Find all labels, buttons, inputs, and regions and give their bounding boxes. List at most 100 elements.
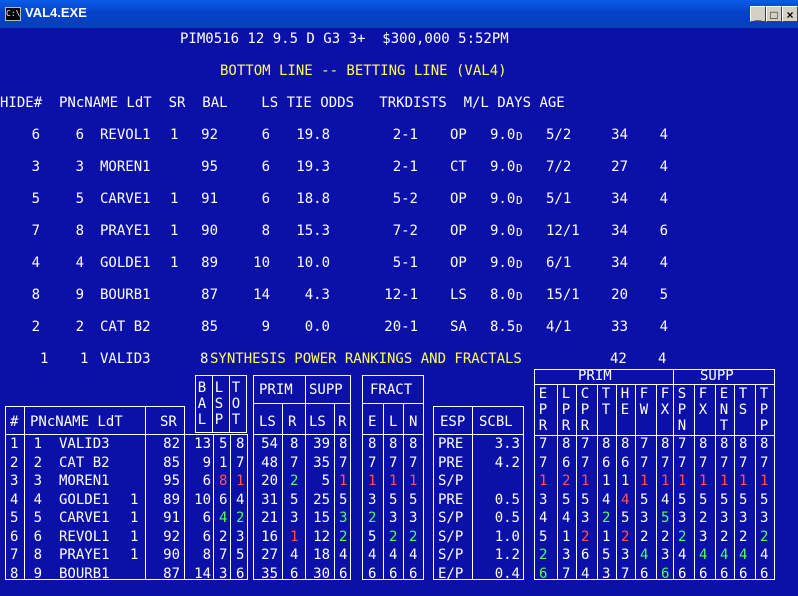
synth-num-cell: 4 — [10, 491, 19, 508]
right-col-cell: 8 — [720, 436, 729, 452]
synth-tot-cell: 4 — [236, 491, 245, 508]
race-info-line: PIM0516 12 9.5 D G3 3+ $300,000 5:52PM — [180, 31, 509, 47]
synth-sr-cell: 85 — [163, 454, 180, 471]
right-col-header: TPP — [759, 386, 773, 434]
synth-supp-r-cell: 4 — [339, 547, 348, 563]
bet-row-days: 33 — [611, 319, 628, 335]
synth-prim-ls-cell: 16 — [261, 528, 278, 545]
bet-row-name: BOURB1 — [100, 287, 151, 303]
right-col-cell: 3 — [562, 547, 571, 563]
synth-n-cell: 5 — [409, 491, 418, 508]
right-col-cell: 4 — [678, 547, 687, 563]
synth-prim-r-cell: 3 — [290, 510, 299, 526]
bet-row-ls: 4.3 — [304, 287, 330, 303]
synth-tot-cell: 7 — [236, 454, 245, 471]
synth-name-cell: REVOL1 — [59, 528, 110, 545]
minimize-button[interactable]: _ — [750, 6, 766, 22]
right-col-header: TS — [738, 386, 752, 418]
synth-supp-ls-cell: 30 — [313, 565, 330, 582]
bet-row-days: 27 — [611, 159, 628, 175]
synth-prim-r-cell: 1 — [290, 528, 299, 545]
synth-lsp-cell: 6 — [219, 491, 228, 508]
right-col-cell: 1 — [581, 473, 590, 489]
right-col-cell: 6 — [699, 565, 708, 582]
synth-supp-r-cell: 5 — [339, 491, 348, 508]
right-col-cell: 2 — [720, 528, 729, 545]
betting-line-title: BOTTOM LINE -- BETTING LINE (VAL4) — [220, 63, 507, 79]
right-col-cell: 5 — [621, 510, 630, 526]
lsp-header: LSP — [214, 380, 228, 428]
right-col-header: FX — [698, 386, 712, 418]
right-col-cell: 2 — [699, 510, 708, 526]
right-col-cell: 6 — [621, 454, 630, 471]
bet-row-ls: 10.0 — [296, 255, 330, 271]
synth-l-cell: 3 — [389, 510, 398, 526]
synth-num-cell: 5 — [10, 510, 19, 526]
synth-ldt-cell: 1 — [130, 510, 139, 526]
maximize-button[interactable]: □ — [766, 6, 782, 22]
synth-l-cell: 8 — [389, 436, 398, 452]
synth-num-cell: 8 — [10, 565, 19, 582]
synth-esp-cell: S/P — [438, 528, 464, 545]
synth-bal-cell: 6 — [202, 528, 211, 545]
close-button[interactable]: × — [782, 6, 798, 22]
synth-num-cell: 3 — [10, 473, 19, 489]
right-col-cell: 3 — [621, 547, 630, 563]
right-col-cell: 1 — [602, 528, 611, 545]
right-col-cell: 3 — [539, 491, 548, 508]
bet-row-age: 4 — [659, 191, 668, 207]
last-row-hide: 1 — [40, 351, 49, 367]
right-col-cell: 5 — [739, 491, 748, 508]
bet-row-unit: D — [516, 290, 523, 303]
right-col-header: CPR — [580, 386, 594, 434]
synth-pn-cell: 6 — [33, 528, 42, 545]
bet-row-trk: OP — [450, 191, 467, 207]
bet-row-sr: 95 — [201, 159, 218, 175]
right-col-cell: 1 — [760, 473, 769, 489]
synth-supp-ls-cell: 5 — [321, 473, 330, 489]
synth-num-cell: 2 — [10, 454, 19, 471]
synth-lsp-cell: 1 — [219, 454, 228, 471]
bet-row-unit: D — [516, 322, 523, 335]
bet-row-days: 34 — [611, 255, 628, 271]
right-col-cell: 3 — [760, 510, 769, 526]
right-col-cell: 8 — [760, 436, 769, 452]
tot-header-text: TOT — [231, 380, 241, 428]
synth-num-cell: 6 — [10, 528, 19, 545]
fract-header: FRACT — [370, 382, 413, 398]
bet-row-pn: 5 — [75, 191, 84, 207]
right-col-header: LPR — [561, 386, 575, 434]
bet-row-ls: 18.8 — [296, 191, 330, 207]
synth-l-cell: 5 — [389, 491, 398, 508]
synth-prim-ls-cell: 27 — [261, 547, 278, 563]
synth-e-cell: 7 — [368, 454, 377, 471]
num-header: # — [10, 414, 19, 430]
right-col-cell: 7 — [581, 454, 590, 471]
right-col-cell: 3 — [739, 510, 748, 526]
bet-row-ldt: 1 — [170, 255, 179, 271]
right-col-header: TT — [601, 386, 615, 418]
right-col-cell: 7 — [562, 565, 571, 582]
synth-supp-r-cell: 3 — [339, 510, 348, 526]
bet-row-days: 34 — [611, 127, 628, 143]
synth-tot-cell: 2 — [236, 510, 245, 526]
right-col-cell: 7 — [699, 454, 708, 471]
bet-row-ldt: 1 — [170, 127, 179, 143]
synth-esp-cell: PRE — [438, 454, 464, 471]
synth-l-cell: 2 — [389, 528, 398, 545]
synth-supp-r-cell: 1 — [339, 473, 348, 489]
synth-supp-r-cell: 8 — [339, 436, 348, 452]
right-col-cell: 4 — [760, 547, 769, 563]
bet-row-pn: 8 — [75, 223, 84, 239]
window-title-bar[interactable]: C:\ VAL4.EXE _ □ × — [0, 0, 798, 28]
console-app-icon[interactable]: C:\ — [5, 7, 21, 21]
bet-row-hide: 6 — [31, 127, 40, 143]
bet-row-trk: LS — [450, 287, 467, 303]
synth-prim-ls-cell: 35 — [261, 565, 278, 582]
right-supp-header: SUPP — [700, 368, 734, 384]
bet-row-sr: 91 — [201, 191, 218, 207]
bet-row-age: 4 — [659, 319, 668, 335]
console-screen[interactable]: PIM0516 12 9.5 D G3 3+ $300,000 5:52PM B… — [0, 28, 798, 596]
bet-row-sr: 87 — [201, 287, 218, 303]
bet-row-trk: OP — [450, 255, 467, 271]
